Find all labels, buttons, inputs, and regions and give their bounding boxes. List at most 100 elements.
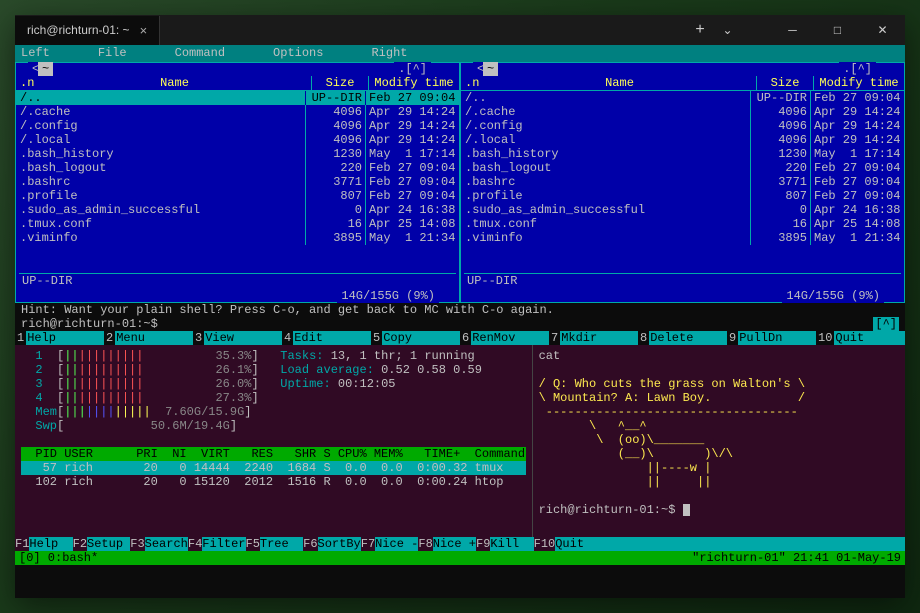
cowsay-pane[interactable]: cat / Q: Who cuts the grass on Walton's … [532, 345, 905, 537]
file-row[interactable]: /.. UP--DIR Feb 27 09:04 [16, 91, 459, 105]
file-row[interactable]: /.local 4096 Apr 29 14:24 [16, 133, 459, 147]
htop-fkey[interactable]: F3Search [130, 537, 188, 551]
cowsay-line: ----------------------------------- [539, 405, 899, 419]
file-row[interactable]: /.config 4096 Apr 29 14:24 [16, 119, 459, 133]
cursor-icon [683, 504, 690, 516]
mc-fkey-bar: 1Help2Menu3View4Edit5Copy6RenMov7Mkdir8D… [15, 331, 905, 345]
htop-fkey[interactable]: F10Quit [534, 537, 584, 551]
panel-disk-usage: 14G/155G (9%) [337, 289, 439, 303]
panel-disk-usage: 14G/155G (9%) [782, 289, 884, 303]
file-row[interactable]: /.config 4096 Apr 29 14:24 [461, 119, 904, 133]
file-row[interactable]: .tmux.conf 16 Apr 25 14:08 [461, 217, 904, 231]
terminal-window: rich@richturn-01: ~ × + ⌄ ─ □ ✕ Left Fil… [15, 15, 905, 598]
tmux-status-bar: [0] 0:bash* "richturn-01" 21:41 01-May-1… [15, 551, 905, 565]
panel-status: UP--DIR [464, 273, 901, 288]
col-size: Size [756, 76, 813, 90]
htop-cpu-row: 3 [||||||||||| 26.0%] Uptime: 00:12:05 [21, 377, 526, 391]
mc-caret-icon[interactable]: [^] [873, 317, 899, 331]
file-row[interactable]: .bash_logout 220 Feb 27 09:04 [461, 161, 904, 175]
file-row[interactable]: /.. UP--DIR Feb 27 09:04 [461, 91, 904, 105]
panel-column-headers: .n Name Size Modify time [16, 63, 459, 91]
mc-prompt[interactable]: rich@richturn-01:~$ [21, 317, 158, 331]
mc-right-panel[interactable]: <- ~ .[^] .n Name Size Modify time /.. U… [460, 62, 905, 303]
panel-column-headers: .n Name Size Modify time [461, 63, 904, 91]
terminal-content: Left File Command Options Right <- ~ .[^… [15, 45, 905, 598]
htop-proc-row[interactable]: 102 rich 20 0 15120 2012 1516 R 0.0 0.0 … [21, 475, 526, 489]
file-row[interactable]: .profile 807 Feb 27 09:04 [461, 189, 904, 203]
file-row[interactable]: /.cache 4096 Apr 29 14:24 [16, 105, 459, 119]
panel-sort-indicator[interactable]: .[^] [394, 62, 431, 76]
htop-fkey[interactable]: F4Filter [188, 537, 246, 551]
mc-fkey-quit[interactable]: 10Quit [816, 331, 905, 345]
panel-cwd[interactable]: ~ [483, 62, 498, 76]
mc-fkey-pulldn[interactable]: 9PullDn [727, 331, 816, 345]
tmux-left-status[interactable]: [0] 0:bash* [19, 551, 98, 565]
tab-dropdown-button[interactable]: ⌄ [715, 15, 740, 45]
file-row[interactable]: .bash_history 1230 May 1 17:14 [16, 147, 459, 161]
file-row[interactable]: .sudo_as_admin_successful 0 Apr 24 16:38 [16, 203, 459, 217]
mc-menu-right[interactable]: Right [371, 46, 407, 61]
file-row[interactable]: .sudo_as_admin_successful 0 Apr 24 16:38 [461, 203, 904, 217]
col-modify: Modify time [813, 76, 904, 90]
cat-prompt: rich@richturn-01:~$ [539, 503, 899, 517]
mc-menu-left[interactable]: Left [21, 46, 50, 61]
cowsay-line: (__)\ )\/\ [539, 447, 899, 461]
htop-cpu-row: 2 [||||||||||| 26.1%] Load average: 0.52… [21, 363, 526, 377]
mc-left-panel[interactable]: <- ~ .[^] .n Name Size Modify time /.. U… [15, 62, 460, 303]
htop-fkey[interactable]: F5Tree [246, 537, 304, 551]
file-row[interactable]: .bash_history 1230 May 1 17:14 [461, 147, 904, 161]
file-row[interactable]: .tmux.conf 16 Apr 25 14:08 [16, 217, 459, 231]
mc-menu-command[interactable]: Command [175, 46, 225, 61]
file-row[interactable]: .bashrc 3771 Feb 27 09:04 [461, 175, 904, 189]
minimize-button[interactable]: ─ [770, 15, 815, 45]
mc-menu-options[interactable]: Options [273, 46, 323, 61]
htop-fkey[interactable]: F8Nice + [418, 537, 476, 551]
mc-panels: <- ~ .[^] .n Name Size Modify time /.. U… [15, 62, 905, 303]
htop-fkey[interactable]: F2Setup [73, 537, 131, 551]
panel-sort-indicator[interactable]: .[^] [839, 62, 876, 76]
cowsay-line: ||----w | [539, 461, 899, 475]
close-tab-icon[interactable]: × [140, 23, 148, 38]
col-size: Size [311, 76, 368, 90]
mc-menubar: Left File Command Options Right [15, 45, 905, 62]
htop-proc-row[interactable]: 57 rich 20 0 14444 2240 1684 S 0.0 0.0 0… [21, 461, 526, 475]
mc-fkey-menu[interactable]: 2Menu [104, 331, 193, 345]
col-modify: Modify time [368, 76, 459, 90]
file-row[interactable]: .profile 807 Feb 27 09:04 [16, 189, 459, 203]
htop-swp-row: Swp[ 50.6M/19.4G] [21, 419, 526, 433]
maximize-button[interactable]: □ [815, 15, 860, 45]
new-tab-button[interactable]: + [685, 15, 715, 45]
terminal-tab[interactable]: rich@richturn-01: ~ × [15, 16, 160, 45]
htop-proc-header[interactable]: PID USER PRI NI VIRT RES SHR S CPU% MEM%… [21, 447, 526, 461]
mc-fkey-view[interactable]: 3View [193, 331, 282, 345]
htop-fkey[interactable]: F7Nice - [361, 537, 419, 551]
htop-fkey[interactable]: F6SortBy [303, 537, 361, 551]
cowsay-line: \ ^__^ [539, 419, 899, 433]
cowsay-line: || || [539, 475, 899, 489]
col-n: .n [16, 76, 38, 90]
mc-menu-file[interactable]: File [98, 46, 127, 61]
htop-pane[interactable]: 1 [||||||||||| 35.3%] Tasks: 13, 1 thr; … [15, 345, 532, 537]
cowsay-line: \ Mountain? A: Lawn Boy. / [539, 391, 899, 405]
cowsay-line: / Q: Who cuts the grass on Walton's \ [539, 377, 899, 391]
mc-fkey-edit[interactable]: 4Edit [282, 331, 371, 345]
mc-fkey-copy[interactable]: 5Copy [371, 331, 460, 345]
mc-fkey-renmov[interactable]: 6RenMov [460, 331, 549, 345]
mc-fkey-mkdir[interactable]: 7Mkdir [549, 331, 638, 345]
file-row[interactable]: /.cache 4096 Apr 29 14:24 [461, 105, 904, 119]
file-row[interactable]: .bash_logout 220 Feb 27 09:04 [16, 161, 459, 175]
file-row[interactable]: .bashrc 3771 Feb 27 09:04 [16, 175, 459, 189]
tmux-split: 1 [||||||||||| 35.3%] Tasks: 13, 1 thr; … [15, 345, 905, 537]
htop-fkey[interactable]: F9Kill [476, 537, 534, 551]
panel-cwd[interactable]: ~ [38, 62, 53, 76]
cat-command: cat [539, 349, 899, 363]
file-row[interactable]: /.local 4096 Apr 29 14:24 [461, 133, 904, 147]
file-row[interactable]: .viminfo 3895 May 1 21:34 [16, 231, 459, 245]
mc-fkey-delete[interactable]: 8Delete [638, 331, 727, 345]
htop-fkey[interactable]: F1Help [15, 537, 73, 551]
mc-fkey-help[interactable]: 1Help [15, 331, 104, 345]
htop-cpu-row: 4 [||||||||||| 27.3%] [21, 391, 526, 405]
file-row[interactable]: .viminfo 3895 May 1 21:34 [461, 231, 904, 245]
close-window-button[interactable]: ✕ [860, 15, 905, 45]
tmux-right-status: "richturn-01" 21:41 01-May-19 [692, 551, 901, 565]
